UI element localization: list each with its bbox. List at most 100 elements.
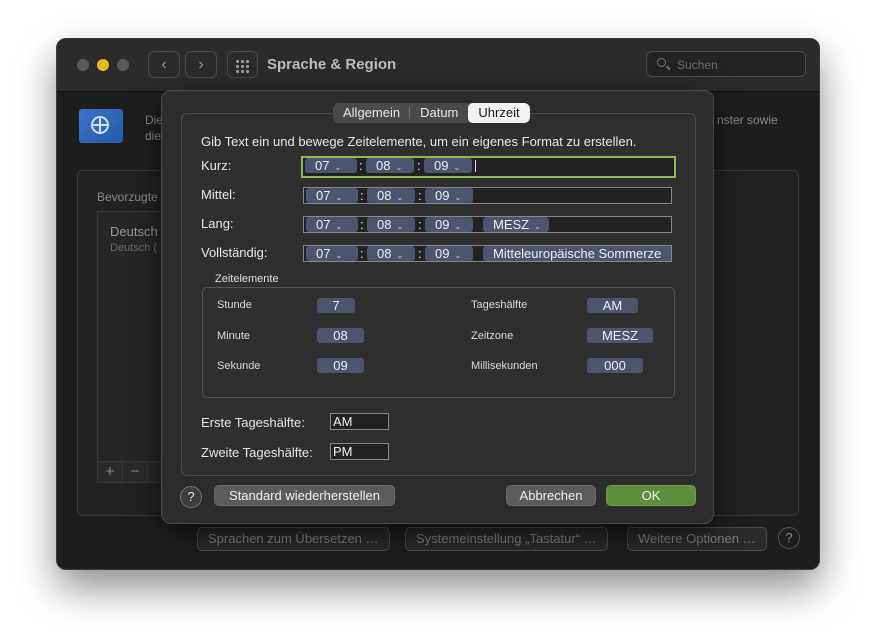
minute-token[interactable]: 08 ⌄ — [366, 158, 414, 173]
format-label-long: Lang: — [201, 216, 234, 231]
window-title: Sprache & Region — [267, 56, 397, 73]
help-button[interactable]: ? — [180, 486, 202, 508]
separator: : — [360, 246, 364, 261]
token-value: 09 — [435, 246, 450, 261]
timezone-name-token[interactable]: Mitteleuropäische Sommerze — [483, 246, 671, 261]
list-item-title: Deutsch — [110, 224, 158, 239]
format-tabs: Allgemein Datum Uhrzeit — [333, 103, 530, 123]
chevron-right-icon: › — [198, 55, 204, 73]
format-field-full[interactable]: 07 ⌄ : 08 ⌄ : 09 ⌄ Mitteleuropäische Sommer… — [303, 245, 672, 262]
token-value: 09 — [434, 158, 449, 173]
search-icon — [657, 58, 666, 67]
timezone-element-label: Zeitzone — [471, 330, 514, 342]
token-value: 07 — [315, 158, 330, 173]
text-cursor — [475, 160, 476, 172]
token-value: 08 — [376, 158, 391, 173]
second-half-input[interactable]: PM — [330, 443, 389, 460]
token-value: 07 — [316, 217, 331, 232]
format-field-medium[interactable]: 07 ⌄ : 08 ⌄ : 09 ⌄ — [303, 187, 672, 204]
restore-defaults-button[interactable]: Standard wiederherstellen — [214, 485, 395, 506]
add-language-button[interactable]: + — [98, 462, 123, 482]
description-right: nster sowie — [717, 113, 778, 127]
tab-uhrzeit[interactable]: Uhrzeit — [468, 103, 530, 123]
format-field-long[interactable]: 07 ⌄ : 08 ⌄ : 09 ⌄ MESZ ⌄ — [303, 216, 672, 233]
time-elements-title: Zeitelemente — [213, 273, 281, 285]
hour-element[interactable]: 7 — [317, 298, 355, 313]
preferred-languages-label: Bevorzugte — [97, 190, 158, 204]
hour-token[interactable]: 07 ⌄ — [305, 158, 357, 173]
hour-token[interactable]: 07 ⌄ — [306, 246, 358, 261]
minute-element-label: Minute — [217, 330, 251, 342]
back-button[interactable]: ‹ — [148, 51, 180, 78]
token-value: Mitteleuropäische Sommerze — [493, 246, 662, 261]
second-token[interactable]: 09 ⌄ — [424, 158, 472, 173]
second-element[interactable]: 09 — [317, 358, 364, 373]
minute-token[interactable]: 08 ⌄ — [367, 246, 415, 261]
token-value: 07 — [316, 188, 331, 203]
chevron-down-icon: ⌄ — [453, 163, 461, 172]
translate-languages-button[interactable]: Sprachen zum Übersetzen … — [197, 527, 390, 551]
hour-element-label: Stunde — [217, 299, 252, 311]
timezone-element[interactable]: MESZ — [587, 328, 653, 343]
token-value: 07 — [316, 246, 331, 261]
hour-token[interactable]: 07 ⌄ — [306, 188, 358, 203]
milliseconds-element-label: Millisekunden — [471, 360, 538, 372]
token-value: 08 — [377, 217, 392, 232]
search-field[interactable]: Suchen — [646, 51, 806, 77]
more-options-button[interactable]: Weitere Optionen … — [627, 527, 767, 551]
minute-element[interactable]: 08 — [317, 328, 364, 343]
token-value: 08 — [377, 246, 392, 261]
help-button-background[interactable]: ? — [778, 527, 800, 549]
close-window-button[interactable] — [77, 59, 89, 71]
minute-token[interactable]: 08 ⌄ — [367, 217, 415, 232]
hour-token[interactable]: 07 ⌄ — [306, 217, 358, 232]
first-half-input[interactable]: AM — [330, 413, 389, 430]
chevron-down-icon: ⌄ — [534, 222, 541, 231]
ampm-element[interactable]: AM — [587, 298, 638, 313]
minimize-window-button[interactable] — [97, 59, 109, 71]
chevron-down-icon: ⌄ — [454, 193, 462, 202]
show-all-button[interactable] — [227, 51, 258, 78]
remove-language-button[interactable]: − — [123, 462, 148, 482]
separator: : — [359, 158, 363, 173]
chevron-down-icon: ⌄ — [454, 251, 462, 260]
token-value: 09 — [435, 188, 450, 203]
separator: : — [360, 217, 364, 232]
tab-allgemein[interactable]: Allgemein — [333, 103, 411, 123]
second-half-label: Zweite Tageshälfte: — [201, 445, 313, 460]
ampm-element-label: Tageshälfte — [471, 299, 528, 311]
custom-time-format-sheet: Allgemein Datum Uhrzeit Gib Text ein und… — [161, 90, 714, 524]
chevron-down-icon: ⌄ — [454, 222, 462, 231]
separator: : — [418, 188, 422, 203]
separator: : — [418, 217, 422, 232]
first-half-label: Erste Tageshälfte: — [201, 415, 305, 430]
keyboard-preferences-button[interactable]: Systemeinstellung „Tastatur“ … — [405, 527, 608, 551]
token-value: 08 — [377, 188, 392, 203]
second-token[interactable]: 09 ⌄ — [425, 217, 473, 232]
title-bar: ‹ › Sprache & Region Suchen — [57, 39, 819, 92]
globe-icon — [91, 116, 109, 134]
timezone-token[interactable]: MESZ ⌄ — [483, 217, 549, 232]
chevron-down-icon: ⌄ — [396, 193, 404, 202]
chevron-down-icon: ⌄ — [396, 251, 404, 260]
format-label-medium: Mittel: — [201, 187, 236, 202]
format-field-short[interactable]: 07 ⌄ : 08 ⌄ : 09 ⌄ — [301, 156, 676, 178]
minute-token[interactable]: 08 ⌄ — [367, 188, 415, 203]
zoom-window-button[interactable] — [117, 59, 129, 71]
tab-datum[interactable]: Datum — [410, 103, 468, 123]
second-token[interactable]: 09 ⌄ — [425, 246, 473, 261]
chevron-down-icon: ⌄ — [335, 222, 343, 231]
forward-button[interactable]: › — [185, 51, 217, 78]
ok-button[interactable]: OK — [606, 485, 696, 506]
separator: : — [418, 246, 422, 261]
chevron-left-icon: ‹ — [161, 55, 167, 73]
chevron-down-icon: ⌄ — [335, 251, 343, 260]
cancel-button[interactable]: Abbrechen — [506, 485, 596, 506]
second-element-label: Sekunde — [217, 360, 261, 372]
second-token[interactable]: 09 ⌄ — [425, 188, 473, 203]
separator: : — [360, 188, 364, 203]
language-region-icon — [79, 109, 123, 143]
milliseconds-element[interactable]: 000 — [587, 358, 643, 373]
chevron-down-icon: ⌄ — [395, 163, 403, 172]
instruction-text: Gib Text ein und bewege Zeitelemente, um… — [201, 134, 637, 149]
